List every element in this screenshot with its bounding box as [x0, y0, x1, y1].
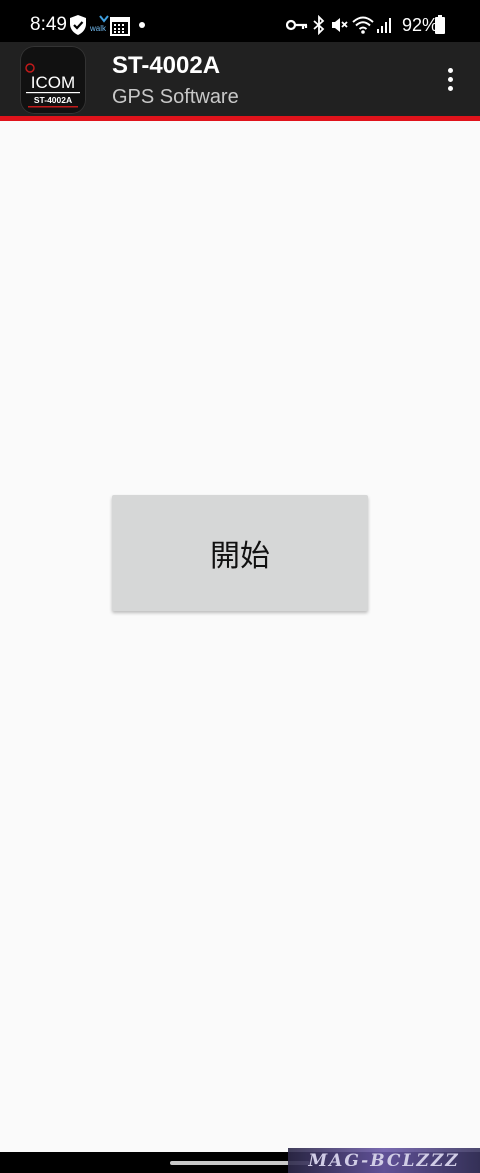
vpn-key-icon [286, 19, 308, 31]
status-bar: 8:49 walk 92% [0, 0, 480, 42]
shield-check-icon [70, 15, 86, 35]
start-button[interactable]: 開始 [112, 495, 368, 611]
app-logo-icon: ICOM ST-4002A [20, 46, 86, 114]
bluetooth-icon [313, 15, 325, 35]
watermark: MAG-BCLZZZ [288, 1148, 480, 1173]
calendar-icon [110, 17, 130, 36]
icom-logo: ICOM ST-4002A [25, 63, 80, 108]
walk-label: walk [90, 24, 107, 33]
wifi-icon [352, 16, 374, 34]
app-title: ST-4002A [112, 52, 221, 79]
app-subtitle: GPS Software [112, 86, 239, 108]
app-bar-accent-line [0, 116, 480, 121]
mute-icon [332, 18, 348, 32]
signal-icon [377, 18, 391, 33]
more-notifications-dot-icon [139, 22, 145, 28]
icon-model-text: ST-4002A [34, 95, 72, 105]
icon-brand-text: ICOM [31, 73, 75, 92]
overflow-menu-icon[interactable] [436, 62, 464, 98]
